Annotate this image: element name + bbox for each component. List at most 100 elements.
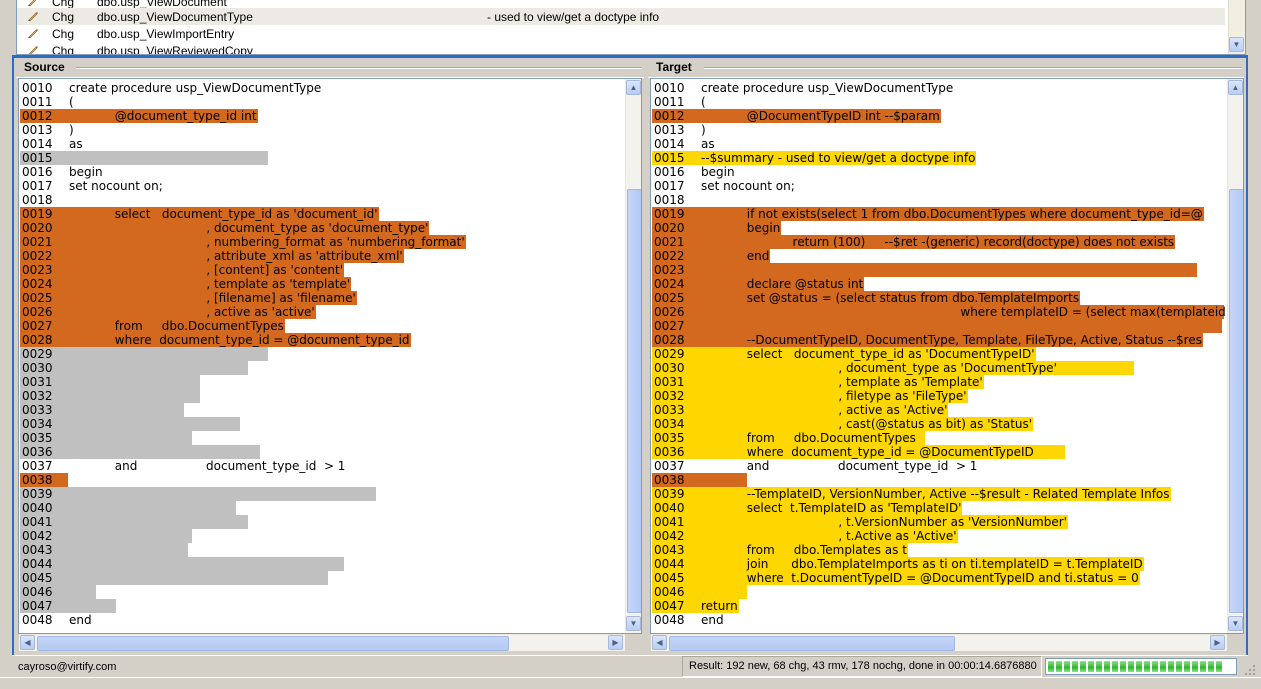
target-code-view[interactable]: 0010 create procedure usp_ViewDocumentTyp… <box>650 78 1244 634</box>
progress-segment <box>1048 661 1054 672</box>
object-list[interactable]: Chg dbo.usp_ViewDocument Chg dbo.usp_ViewDo… <box>16 0 1246 55</box>
line-number: 0020 <box>654 221 685 235</box>
line-number: 0043 <box>22 543 53 557</box>
frame-left <box>12 55 14 655</box>
line-number: 0048 <box>654 613 685 627</box>
object-description: - used to view/get a doctype info <box>487 9 660 24</box>
source-hscroll-thumb[interactable] <box>37 636 509 651</box>
object-list-row[interactable]: Chg dbo.usp_ViewReviewedCopy <box>17 42 1225 54</box>
line-text: --DocumentTypeID, DocumentType, Template… <box>701 333 1202 347</box>
scroll-left-button[interactable]: ◀ <box>652 635 667 650</box>
line-number: 0043 <box>654 543 685 557</box>
line-text: return (100) --$ret -(generic) record(do… <box>701 235 1175 249</box>
line-number: 0044 <box>22 557 53 571</box>
line-number: 0029 <box>22 347 53 361</box>
object-list-scrollbar[interactable]: ▼ <box>1228 0 1245 54</box>
line-text: , document_type as 'document_type' <box>69 221 429 235</box>
line-number: 0034 <box>654 417 685 431</box>
line-text: select document_type_id as 'document_id' <box>69 207 378 221</box>
line-number: 0015 <box>654 151 685 165</box>
line-text: from dbo.DocumentTypes <box>69 319 284 333</box>
progress-segment <box>1080 661 1086 672</box>
scroll-right-button[interactable]: ▶ <box>1210 635 1225 650</box>
line-number: 0041 <box>22 515 53 529</box>
source-hscrollbar[interactable]: ◀ ▶ <box>19 634 625 651</box>
scroll-up-button[interactable]: ▲ <box>1228 80 1243 95</box>
line-text: and document_type_id > 1 <box>69 459 346 473</box>
status-bar: cayroso@virtify.com Result: 192 new, 68 … <box>12 655 1255 677</box>
line-number: 0041 <box>654 515 685 529</box>
scroll-down-button[interactable]: ▼ <box>626 616 641 631</box>
resize-grip-icon[interactable] <box>1244 664 1256 676</box>
scroll-down-button[interactable]: ▼ <box>1229 37 1244 52</box>
line-text: , t.VersionNumber as 'VersionNumber' <box>701 515 1067 529</box>
scroll-right-button[interactable]: ▶ <box>608 635 623 650</box>
line-text: ( <box>701 95 706 109</box>
progress-segment <box>1136 661 1142 672</box>
progress-segment <box>1104 661 1110 672</box>
pencil-icon <box>28 12 38 22</box>
object-name: dbo.usp_ViewDocumentType <box>97 9 253 24</box>
line-text: , template as 'Template' <box>701 375 983 389</box>
line-number: 0035 <box>22 431 53 445</box>
line-number: 0022 <box>654 249 685 263</box>
line-text: @DocumentTypeID int --$param <box>701 109 940 123</box>
line-text: where t.DocumentTypeID = @DocumentTypeID… <box>701 571 1139 585</box>
target-vscroll-thumb[interactable] <box>1229 189 1243 613</box>
change-kind: Chg <box>52 9 75 24</box>
line-number: 0031 <box>654 375 685 389</box>
line-text: join dbo.TemplateImports as ti on ti.tem… <box>701 557 1143 571</box>
line-number: 0010 <box>654 81 685 95</box>
window-bottom <box>0 677 1261 689</box>
object-list-row[interactable]: Chg dbo.usp_ViewImportEntry <box>17 25 1225 42</box>
line-number: 0016 <box>654 165 685 179</box>
line-text: begin <box>701 221 781 235</box>
line-highlight <box>20 515 248 529</box>
scroll-up-button[interactable]: ▲ <box>626 80 641 95</box>
line-number: 0040 <box>654 501 685 515</box>
line-number: 0028 <box>22 333 53 347</box>
line-number: 0038 <box>22 473 53 487</box>
line-text: --TemplateID, VersionNumber, Active --$r… <box>701 487 1170 501</box>
source-vscroll-thumb[interactable] <box>627 189 641 613</box>
splitter[interactable] <box>12 55 1248 58</box>
source-vscrollbar[interactable]: ▲ ▼ <box>625 79 641 633</box>
object-list-row[interactable]: Chg dbo.usp_ViewDocumentType - used to vie… <box>17 8 1225 25</box>
source-panel: Source 0010 create procedure usp_ViewDocu… <box>16 60 644 654</box>
line-number: 0031 <box>22 375 53 389</box>
line-text: where templateID = (select max(templatei… <box>701 305 1231 319</box>
line-number: 0032 <box>654 389 685 403</box>
scroll-left-button[interactable]: ◀ <box>20 635 35 650</box>
line-number: 0027 <box>654 319 685 333</box>
line-number: 0044 <box>654 557 685 571</box>
progress-segment <box>1152 661 1158 672</box>
line-number: 0021 <box>654 235 685 249</box>
progress-segment <box>1216 661 1222 672</box>
target-hscroll-thumb[interactable] <box>669 636 955 651</box>
line-number: 0017 <box>22 179 53 193</box>
line-highlight <box>20 417 240 431</box>
status-result: Result: 192 new, 68 chg, 43 rmv, 178 noc… <box>682 656 1042 677</box>
line-text: , filetype as 'FileType' <box>701 389 967 403</box>
line-number: 0026 <box>22 305 53 319</box>
scroll-down-button[interactable]: ▼ <box>1228 616 1243 631</box>
progress-segment <box>1072 661 1078 672</box>
line-number: 0017 <box>654 179 685 193</box>
progress-segment <box>1160 661 1166 672</box>
line-text: from dbo.Templates as t <box>701 543 907 557</box>
line-number: 0039 <box>22 487 53 501</box>
target-hscrollbar[interactable]: ◀ ▶ <box>651 634 1227 651</box>
line-number: 0036 <box>22 445 53 459</box>
line-text: , document_type as 'DocumentType' <box>701 361 1134 375</box>
target-vscrollbar[interactable]: ▲ ▼ <box>1227 79 1243 633</box>
line-text: return <box>701 599 738 613</box>
line-number: 0011 <box>654 95 685 109</box>
line-highlight <box>652 263 1197 277</box>
line-text: where document_type_id = @DocumentTypeID <box>701 445 1065 459</box>
line-text: , [content] as 'content' <box>69 263 344 277</box>
progress-segment <box>1064 661 1070 672</box>
line-number: 0042 <box>22 529 53 543</box>
line-number: 0012 <box>654 109 685 123</box>
source-code-view[interactable]: 0010 create procedure usp_ViewDocumentTyp… <box>18 78 642 634</box>
progress-segment <box>1056 661 1062 672</box>
